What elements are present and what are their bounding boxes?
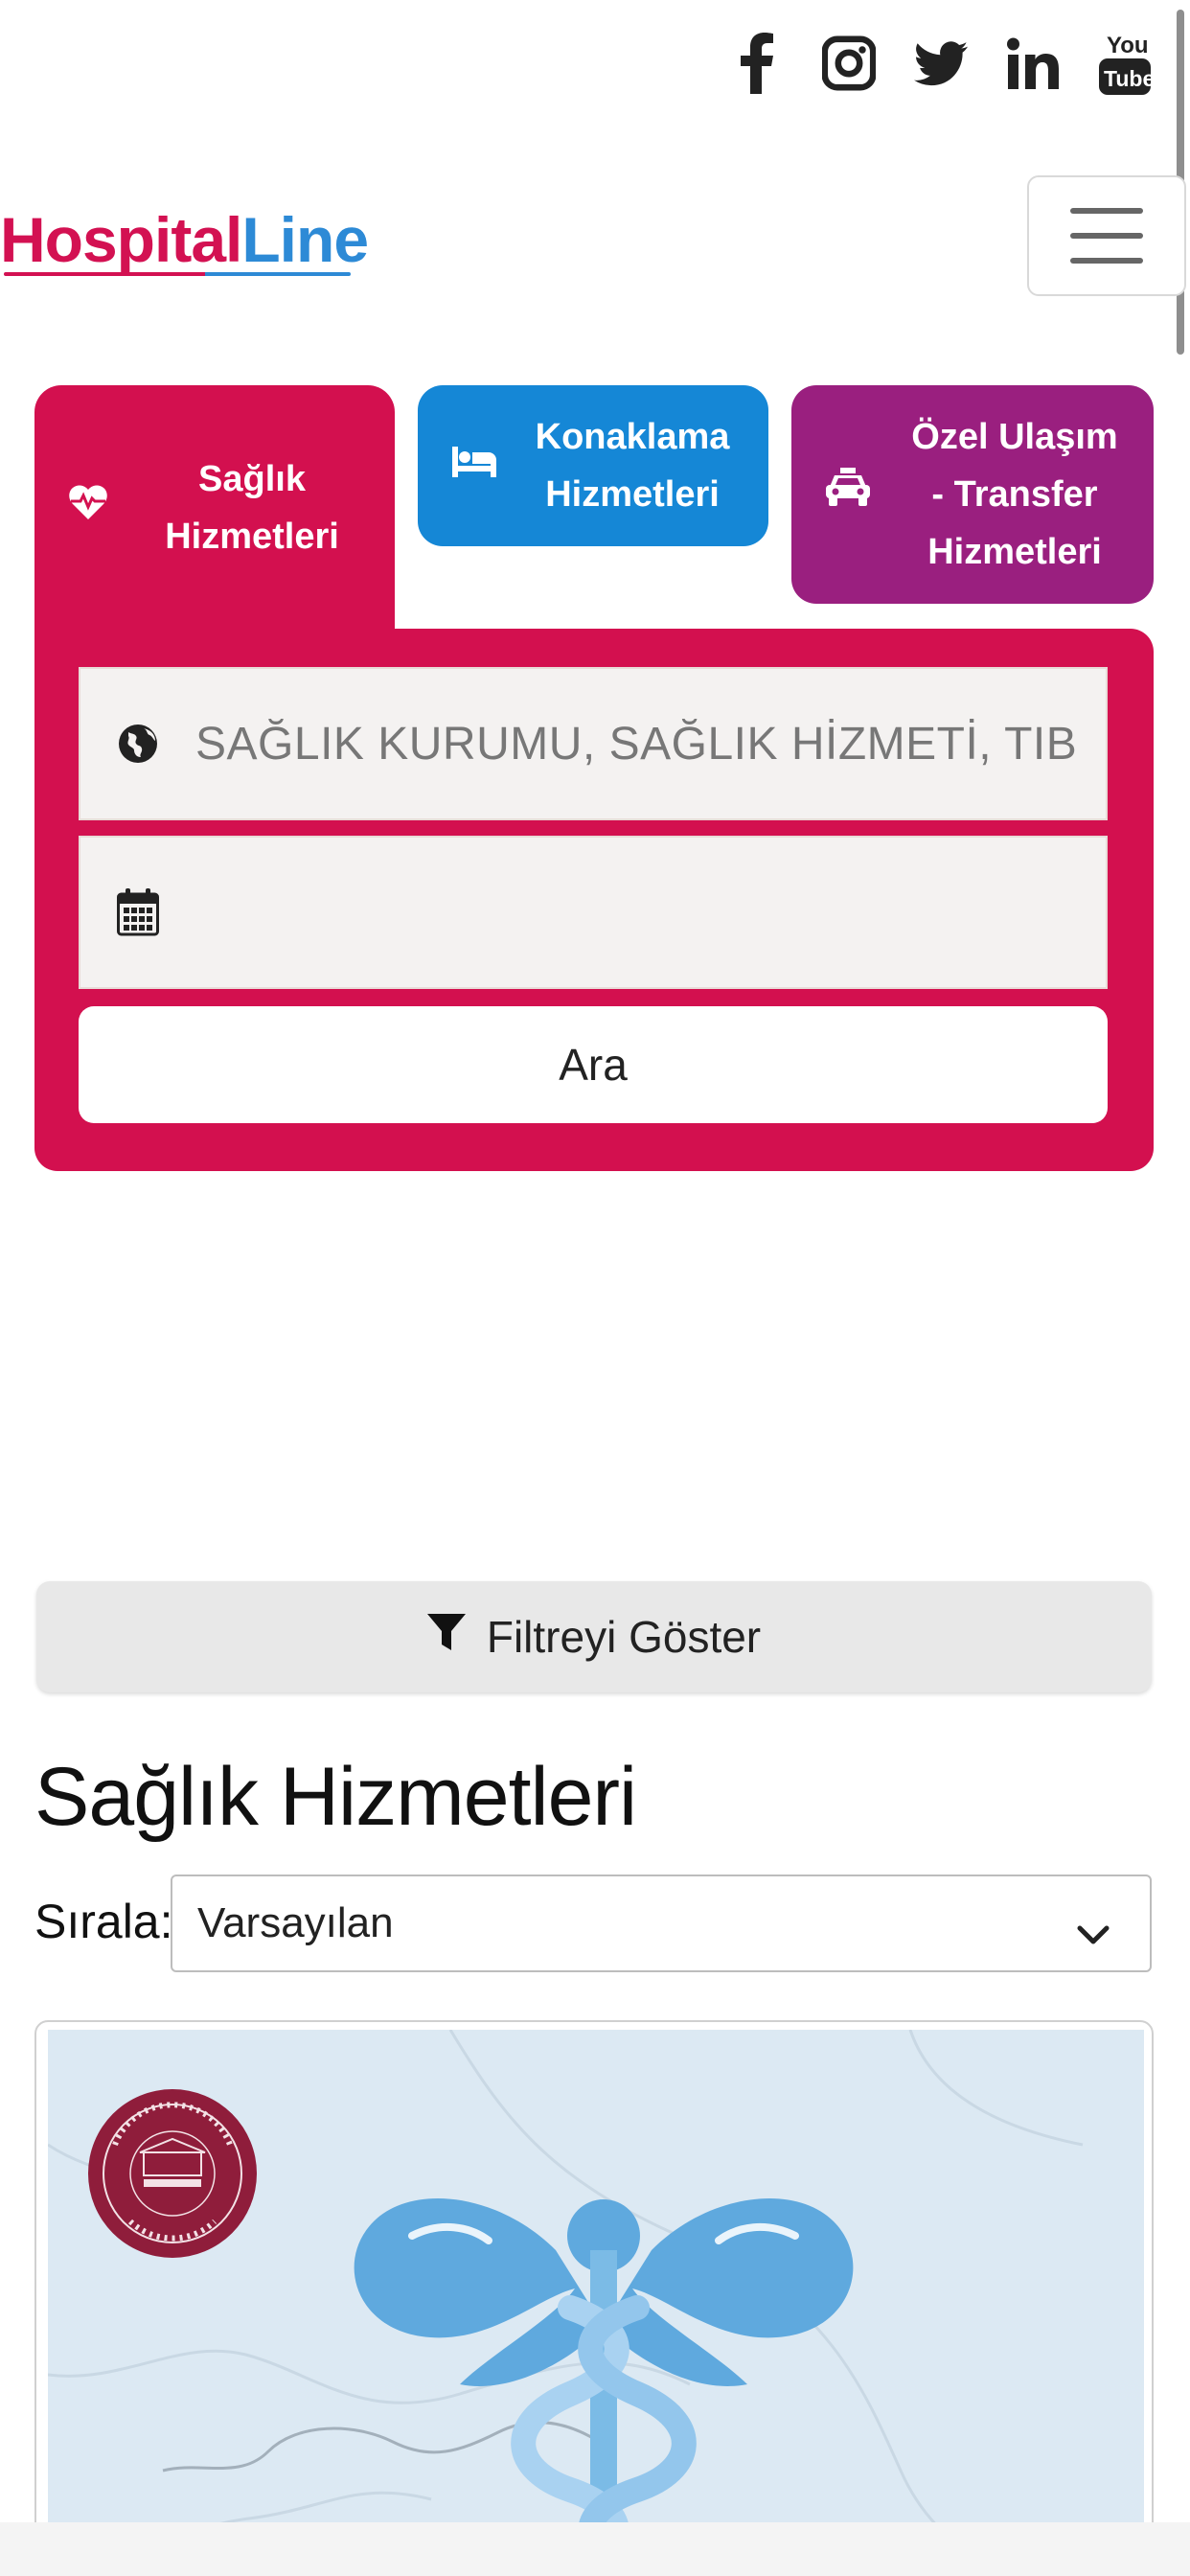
hospital-seal-logo (88, 2089, 257, 2258)
tab-label-line1: Konaklama (535, 417, 730, 457)
facebook-icon[interactable] (730, 29, 784, 98)
filter-label: Filtreyi Göster (486, 1612, 762, 1662)
result-card[interactable] (34, 2020, 1154, 2576)
tab-health-services[interactable]: Sağlık Hizmetleri (34, 385, 395, 631)
show-filter-button[interactable]: Filtreyi Göster (36, 1581, 1152, 1692)
heartbeat-icon (69, 479, 107, 537)
filter-icon (426, 1611, 466, 1663)
social-links: You Tube (730, 29, 1152, 98)
taxi-icon (826, 466, 870, 523)
search-button[interactable]: Ara (79, 1006, 1108, 1123)
bed-icon (452, 437, 496, 494)
tab-label-line3: Hizmetleri (927, 532, 1102, 572)
section-title: Sağlık Hizmetleri (34, 1751, 637, 1843)
hamburger-bar (1070, 233, 1143, 239)
chevron-down-icon (1077, 1909, 1110, 1957)
hamburger-bar (1070, 208, 1143, 214)
hamburger-bar (1070, 258, 1143, 264)
brand-name-part2: Line (241, 204, 369, 275)
brand-name-part1: Hospital (0, 204, 242, 275)
brand-underline (4, 272, 351, 276)
card-image (48, 2030, 1144, 2576)
caduceus-illustration (354, 2198, 854, 2576)
sort-label: Sırala: (34, 1895, 173, 1948)
sort-selected-value: Varsayılan (197, 1899, 394, 1946)
tab-transfer[interactable]: Özel Ulaşım - Transfer Hizmetleri (791, 385, 1154, 604)
date-field[interactable] (79, 836, 1108, 989)
hamburger-menu-button[interactable] (1027, 175, 1186, 296)
search-field[interactable] (79, 667, 1108, 820)
svg-text:Tube: Tube (1104, 66, 1151, 91)
tab-label-line1: Sağlık (198, 459, 306, 499)
date-input[interactable] (195, 886, 1077, 939)
globe-icon (80, 724, 195, 763)
twitter-icon[interactable] (914, 29, 968, 98)
tab-accommodation[interactable]: Konaklama Hizmetleri (418, 385, 768, 546)
linkedin-icon[interactable] (1006, 29, 1060, 98)
sort-select[interactable]: Varsayılan (171, 1874, 1152, 1972)
calendar-icon (80, 888, 195, 936)
tab-label-line1: Özel Ulaşım (911, 417, 1118, 457)
tab-label-line2: - Transfer (931, 474, 1098, 515)
svg-text:You: You (1107, 33, 1149, 58)
instagram-icon[interactable] (822, 29, 876, 98)
page: You Tube Hospital Line Sağlık Hizmetleri K… (0, 0, 1190, 2576)
viewport-bottom-edge (0, 2522, 1190, 2576)
search-input[interactable] (195, 717, 1077, 770)
tab-label-line2: Hizmetleri (165, 517, 339, 557)
tab-label-line2: Hizmetleri (545, 474, 720, 515)
youtube-icon[interactable]: You Tube (1098, 29, 1152, 98)
search-panel: Ara (34, 629, 1154, 1171)
brand-logo[interactable]: Hospital Line (0, 203, 369, 280)
